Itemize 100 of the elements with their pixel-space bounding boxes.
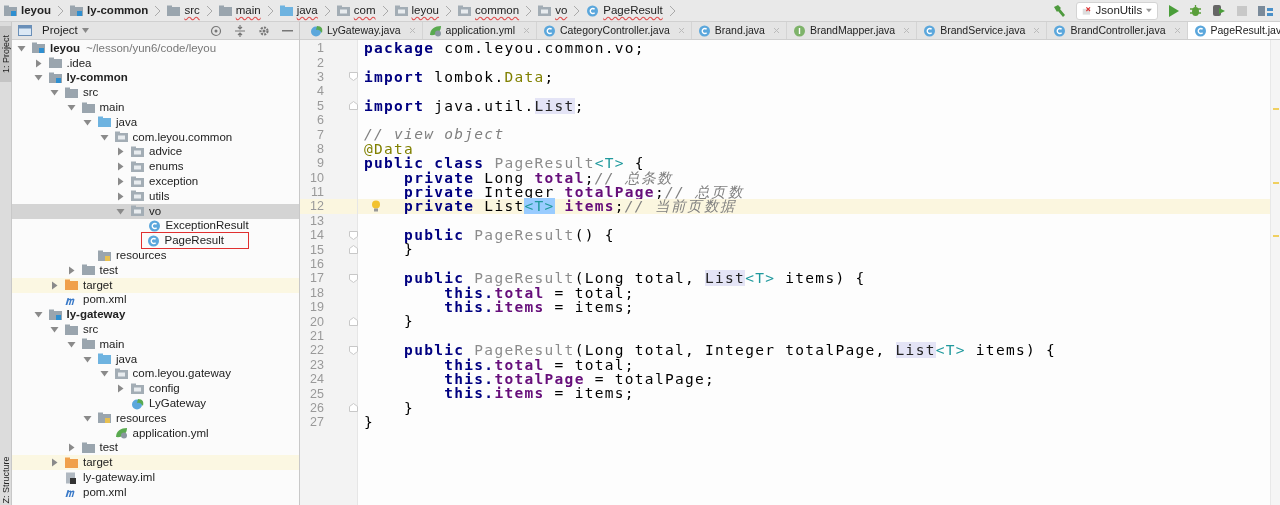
caret-icon[interactable] [99, 132, 109, 142]
tree-row[interactable]: resources [12, 410, 299, 426]
tree-row[interactable]: ly-gateway [12, 307, 299, 323]
run-icon[interactable] [1168, 4, 1179, 17]
caret-icon[interactable] [50, 325, 59, 335]
caret-icon[interactable] [50, 280, 59, 290]
caret-icon[interactable] [83, 413, 92, 423]
tree-row[interactable]: target [12, 455, 299, 471]
breadcrumb-item[interactable]: main [216, 1, 263, 20]
package-icon [131, 175, 144, 188]
caret-icon[interactable] [17, 43, 26, 53]
code-line: this.items = items; [443, 300, 635, 315]
caret-icon[interactable] [66, 443, 76, 453]
caret-icon[interactable] [33, 58, 43, 68]
line-number: 10 [309, 170, 324, 185]
folder-icon [81, 101, 95, 114]
chevron-icon [154, 4, 162, 17]
tree-row[interactable]: LyGateway [12, 396, 299, 411]
caret-icon[interactable] [116, 206, 125, 216]
side-tab[interactable]: Z: Structure [0, 447, 12, 505]
tree-row[interactable]: java [12, 351, 299, 367]
locate-icon[interactable] [210, 24, 222, 37]
project-structure-icon[interactable] [1258, 4, 1274, 17]
tree-row[interactable]: src [12, 85, 299, 101]
caret-icon[interactable] [50, 458, 59, 468]
breadcrumb-item[interactable]: vo [536, 1, 570, 20]
class-icon [1053, 24, 1067, 37]
tree-row[interactable]: ly-gateway.iml [12, 470, 299, 485]
debug-icon[interactable] [1189, 4, 1202, 17]
breadcrumb-item[interactable]: com [334, 1, 378, 20]
chevron-icon [323, 4, 331, 17]
run-configuration-dropdown[interactable]: JsonUtils [1076, 1, 1158, 20]
minimize-icon[interactable] [282, 29, 293, 32]
caret-icon[interactable] [33, 73, 43, 83]
tree-row[interactable]: main [12, 336, 299, 352]
coverage-icon[interactable] [1212, 4, 1226, 17]
tree-row[interactable]: com.leyou.common [12, 129, 299, 145]
caret-icon[interactable] [83, 354, 92, 364]
fold-marker-icon[interactable] [349, 403, 358, 413]
caret-icon[interactable] [116, 177, 125, 187]
package-icon [538, 4, 552, 17]
tree-row[interactable]: advice [12, 144, 299, 160]
tree-row[interactable]: com.leyou.gateway [12, 366, 299, 382]
tree-row[interactable]: test [12, 440, 299, 456]
tree-row[interactable]: vo [12, 203, 299, 219]
collapse-all-icon[interactable] [234, 24, 246, 37]
fold-marker-icon[interactable] [349, 273, 358, 283]
caret-icon[interactable] [99, 369, 109, 379]
tree-row[interactable]: PageResult [12, 233, 299, 249]
fold-marker-icon[interactable] [349, 72, 358, 82]
caret-icon[interactable] [116, 191, 125, 201]
tree-row[interactable]: test [12, 262, 299, 278]
tree-row[interactable]: application.yml [12, 425, 299, 441]
tree-row[interactable]: config [12, 381, 299, 397]
tree-row[interactable]: exception [12, 174, 299, 189]
caret-icon[interactable] [66, 265, 76, 275]
tree-row[interactable]: target [12, 277, 299, 293]
tree-row[interactable]: utils [12, 188, 299, 204]
caret-icon[interactable] [116, 384, 125, 394]
caret-icon[interactable] [116, 147, 125, 157]
tree-row[interactable]: src [12, 322, 299, 337]
hammer-icon[interactable] [1052, 3, 1066, 18]
tree-row[interactable]: leyou ~/lesson/yun6/code/leyou [12, 41, 299, 56]
breadcrumb-item[interactable]: src [165, 1, 202, 20]
line-number: 8 [316, 141, 324, 156]
caret-icon[interactable] [66, 103, 76, 113]
fold-marker-icon[interactable] [349, 345, 358, 355]
caret-icon[interactable] [50, 88, 59, 98]
tree-row[interactable]: .idea [12, 55, 299, 71]
view-selector[interactable]: Project [42, 21, 78, 40]
settings-icon[interactable] [258, 24, 270, 37]
folder-icon [218, 4, 232, 17]
fold-marker-icon[interactable] [349, 245, 358, 255]
breadcrumb-item[interactable]: leyou [392, 1, 441, 20]
fold-marker-icon[interactable] [349, 230, 358, 240]
tree-row[interactable]: main [12, 100, 299, 115]
folder-icon [81, 441, 95, 454]
tree-row[interactable]: enums [12, 159, 299, 175]
tree-row[interactable]: pom.xml [12, 484, 299, 500]
tree-row[interactable]: pom.xml [12, 292, 299, 308]
tree-row[interactable]: resources [12, 248, 299, 263]
fold-marker-icon[interactable] [349, 101, 358, 111]
folder-icon [98, 116, 111, 129]
caret-icon[interactable] [116, 162, 125, 172]
interface-icon [792, 24, 806, 37]
line-number: 17 [309, 271, 324, 286]
tree-row[interactable]: java [12, 115, 299, 130]
lightbulb-icon[interactable] [371, 200, 381, 213]
breadcrumb-item[interactable]: leyou [2, 1, 54, 20]
caret-icon[interactable] [83, 117, 92, 127]
caret-icon[interactable] [33, 310, 43, 320]
side-tab[interactable]: 1: Project [0, 26, 12, 82]
tree-row[interactable]: ExceptionResult [12, 218, 299, 234]
tree-row[interactable]: ly-common [12, 70, 299, 86]
caret-icon[interactable] [66, 339, 76, 349]
breadcrumb-item[interactable]: PageResult [584, 1, 665, 20]
breadcrumb-item[interactable]: common [456, 1, 522, 20]
breadcrumb-item[interactable]: java [277, 1, 320, 20]
breadcrumb-item[interactable]: ly-common [68, 1, 151, 20]
fold-marker-icon[interactable] [349, 317, 358, 327]
